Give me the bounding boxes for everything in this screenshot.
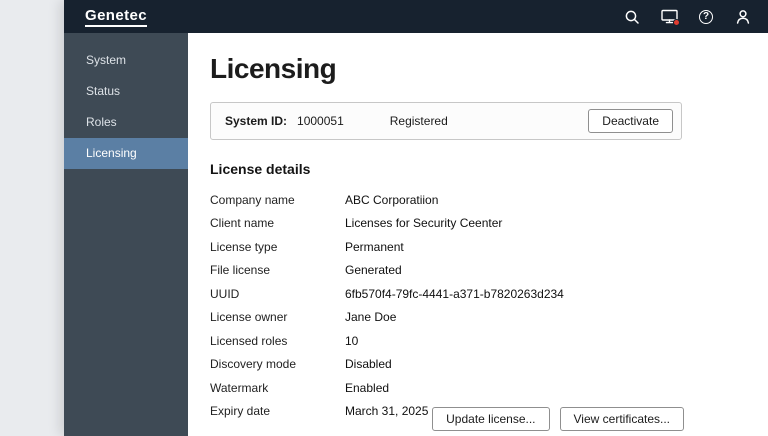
detail-value: Disabled bbox=[345, 357, 392, 372]
topbar-icons: ? bbox=[623, 8, 752, 26]
license-detail-row: License owner Jane Doe bbox=[210, 306, 768, 330]
license-detail-row: Licensed roles 10 bbox=[210, 329, 768, 353]
detail-label: Watermark bbox=[210, 380, 269, 395]
detail-value: Permanent bbox=[345, 239, 404, 254]
license-detail-row: File license Generated bbox=[210, 259, 768, 283]
detail-value: ABC Corporatiion bbox=[345, 192, 439, 207]
detail-label: Discovery mode bbox=[210, 357, 297, 372]
sidebar: System Status Roles Licensing bbox=[64, 33, 188, 436]
license-detail-row: Discovery mode Disabled bbox=[210, 353, 768, 377]
notification-badge bbox=[673, 18, 680, 26]
topbar: Genetec ? bbox=[64, 0, 768, 33]
license-detail-row: Client name Licenses for Security Ceente… bbox=[210, 212, 768, 236]
system-id-value: 1000051 bbox=[297, 114, 344, 128]
sidebar-item-status[interactable]: Status bbox=[64, 76, 188, 107]
system-id-bar: System ID: 1000051 Registered Deactivate bbox=[210, 102, 682, 140]
page-title: Licensing bbox=[210, 53, 337, 84]
detail-label: License type bbox=[210, 239, 278, 254]
license-detail-row: UUID 6fb570f4-79fc-4441-a371-b7820263d23… bbox=[210, 282, 768, 306]
license-detail-row: Watermark Enabled bbox=[210, 376, 768, 400]
sidebar-item-roles[interactable]: Roles bbox=[64, 107, 188, 138]
view-certificates-button[interactable]: View certificates... bbox=[559, 407, 684, 431]
main-content: Licensing System ID: 1000051 Registered … bbox=[188, 33, 768, 436]
detail-label: Expiry date bbox=[210, 404, 271, 419]
detail-value: Generated bbox=[345, 263, 402, 278]
app-body: System Status Roles Licensing Licensing … bbox=[64, 33, 768, 436]
license-detail-row: License type Permanent bbox=[210, 235, 768, 259]
genetec-logo: Genetec bbox=[85, 7, 147, 27]
detail-value: 6fb570f4-79fc-4441-a371-b7820263d234 bbox=[345, 286, 564, 301]
license-details-list: Company name ABC Corporatiion Client nam… bbox=[210, 188, 768, 423]
update-license-button[interactable]: Update license... bbox=[432, 407, 550, 431]
app-window: Genetec ? System Status Roles Licensing … bbox=[64, 0, 768, 436]
license-detail-row: Company name ABC Corporatiion bbox=[210, 188, 768, 212]
detail-label: Licensed roles bbox=[210, 333, 288, 348]
detail-label: License owner bbox=[210, 310, 288, 325]
user-icon[interactable] bbox=[734, 8, 752, 26]
detail-value: Jane Doe bbox=[345, 310, 397, 325]
detail-label: File license bbox=[210, 263, 271, 278]
deactivate-button[interactable]: Deactivate bbox=[588, 109, 673, 133]
detail-label: UUID bbox=[210, 286, 240, 301]
detail-value: Licenses for Security Ceenter bbox=[345, 216, 503, 231]
detail-label: Company name bbox=[210, 192, 295, 207]
help-glyph: ? bbox=[699, 9, 713, 24]
sidebar-item-licensing[interactable]: Licensing bbox=[64, 138, 188, 169]
help-icon[interactable]: ? bbox=[697, 8, 715, 26]
footer-actions: Update license... View certificates... bbox=[432, 407, 684, 431]
notifications-icon[interactable] bbox=[660, 8, 680, 26]
detail-value: 10 bbox=[345, 333, 359, 348]
system-id-label: System ID: bbox=[225, 114, 288, 128]
registration-status: Registered bbox=[389, 114, 448, 128]
sidebar-item-system[interactable]: System bbox=[64, 45, 188, 76]
detail-label: Client name bbox=[210, 216, 275, 231]
detail-value: March 31, 2025 bbox=[345, 404, 429, 419]
search-icon[interactable] bbox=[623, 8, 641, 26]
license-details-heading: License details bbox=[210, 161, 311, 177]
detail-value: Enabled bbox=[345, 380, 390, 395]
